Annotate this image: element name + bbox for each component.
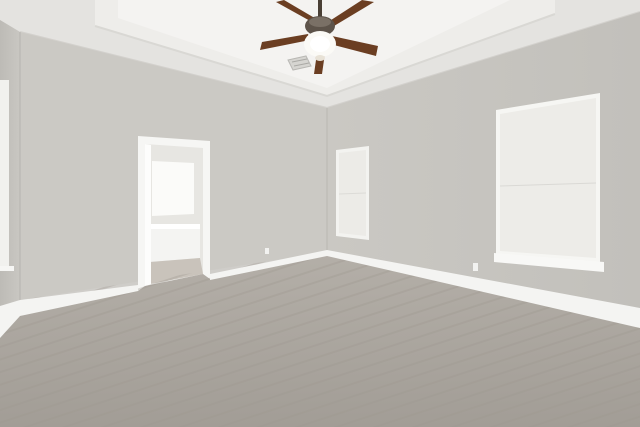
room-photo xyxy=(0,0,640,427)
doorway-to-bathroom xyxy=(138,136,210,291)
outlet xyxy=(265,248,269,254)
small-window xyxy=(336,146,369,240)
window-shade xyxy=(500,98,596,258)
outlet xyxy=(473,263,478,271)
large-window xyxy=(494,93,604,272)
left-window-edge xyxy=(0,80,9,270)
room-illustration xyxy=(0,0,640,427)
